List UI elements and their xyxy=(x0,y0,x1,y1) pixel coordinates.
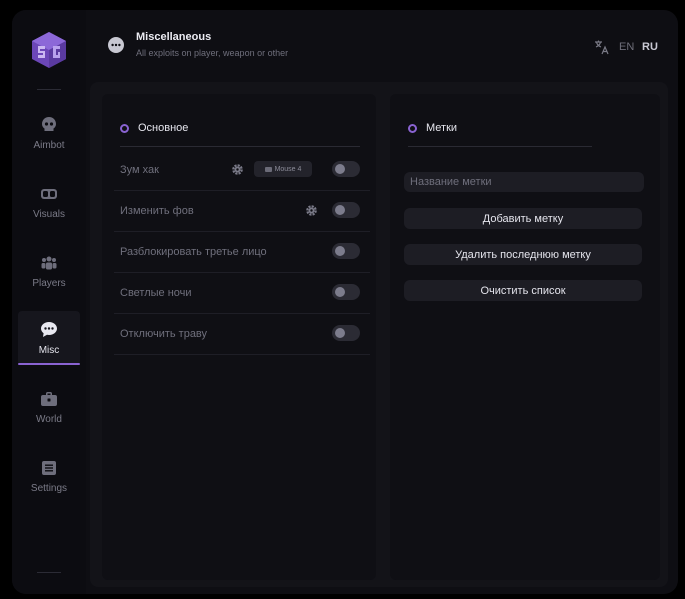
section-divider xyxy=(120,146,360,147)
sidebar-item-world[interactable]: World xyxy=(18,380,80,434)
toggle-knob xyxy=(335,205,345,215)
sidebar-item-label: Aimbot xyxy=(33,139,65,151)
section-header: Метки xyxy=(408,122,457,134)
sidebar-item-label: Players xyxy=(32,277,66,289)
toggle-knob xyxy=(335,164,345,174)
sidebar-item-misc[interactable]: Misc xyxy=(18,311,80,365)
glasses-icon xyxy=(40,185,58,203)
remove-last-marker-button[interactable]: Удалить последнюю метку xyxy=(404,244,642,265)
option-row-disable-grass: Отключить траву xyxy=(114,314,370,355)
option-label: Зум хак xyxy=(120,164,159,176)
option-label: Изменить фов xyxy=(120,205,194,217)
list-icon xyxy=(40,459,58,477)
sidebar-divider xyxy=(37,572,61,573)
sidebar: Aimbot Visuals Players Misc World Settin… xyxy=(12,10,86,594)
option-row-third-person: Разблокировать третье лицо xyxy=(114,232,370,273)
sidebar-item-aimbot[interactable]: Aimbot xyxy=(18,106,80,160)
option-label: Отключить траву xyxy=(120,328,208,340)
add-marker-button[interactable]: Добавить метку xyxy=(404,208,642,229)
toggle-knob xyxy=(335,287,345,297)
section-title: Основное xyxy=(138,122,189,134)
option-row-change-fov: Изменить фов xyxy=(114,191,370,232)
section-title: Метки xyxy=(426,122,458,134)
sidebar-item-settings[interactable]: Settings xyxy=(18,449,80,503)
marker-name-input[interactable] xyxy=(404,172,644,192)
main-content: Основное Зум хак Mouse 4 Изменить фов Ра… xyxy=(90,82,668,587)
clear-list-button[interactable]: Очистить список xyxy=(404,280,642,301)
chat-bubble-icon xyxy=(108,37,124,53)
logo-icon xyxy=(32,32,66,68)
sidebar-item-label: Misc xyxy=(38,344,60,356)
toggle-switch[interactable] xyxy=(332,325,360,341)
section-dot-icon xyxy=(120,123,129,133)
option-row-zoom-hack: Зум хак Mouse 4 xyxy=(114,150,370,191)
markers-panel: Метки Добавить метку Удалить последнюю м… xyxy=(390,94,660,580)
gear-icon[interactable] xyxy=(231,163,244,176)
skull-icon xyxy=(40,116,58,134)
toggle-knob xyxy=(335,328,345,338)
option-label: Разблокировать третье лицо xyxy=(120,246,267,258)
section-dot-icon xyxy=(408,123,417,133)
sidebar-item-label: World xyxy=(36,413,62,425)
toggle-switch[interactable] xyxy=(332,243,360,259)
keybind-label: Mouse 4 xyxy=(274,165,302,173)
sidebar-item-players[interactable]: Players xyxy=(18,244,80,298)
toggle-switch[interactable] xyxy=(332,284,360,300)
language-ru[interactable]: RU xyxy=(642,41,658,53)
header: Miscellaneous All exploits on player, we… xyxy=(86,10,678,82)
sidebar-item-label: Visuals xyxy=(32,208,66,220)
section-divider xyxy=(408,146,592,147)
sidebar-item-label: Settings xyxy=(30,482,68,494)
sidebar-item-visuals[interactable]: Visuals xyxy=(18,175,80,229)
main-settings-panel: Основное Зум хак Mouse 4 Изменить фов Ра… xyxy=(102,94,376,580)
option-label: Светлые ночи xyxy=(120,287,192,299)
app-window: Aimbot Visuals Players Misc World Settin… xyxy=(12,10,678,594)
briefcase-icon xyxy=(40,390,58,408)
option-row-bright-nights: Светлые ночи xyxy=(114,273,370,314)
section-header: Основное xyxy=(120,122,188,134)
toggle-knob xyxy=(335,246,345,256)
page-title: Miscellaneous xyxy=(136,31,212,43)
translate-icon xyxy=(595,40,609,55)
keybind-button[interactable]: Mouse 4 xyxy=(254,161,312,177)
sidebar-divider xyxy=(37,89,61,90)
users-icon xyxy=(40,254,58,272)
language-en[interactable]: EN xyxy=(619,41,634,53)
chat-bubble-icon xyxy=(40,321,58,339)
keyboard-icon xyxy=(264,166,272,172)
gear-icon[interactable] xyxy=(305,204,318,217)
toggle-switch[interactable] xyxy=(332,202,360,218)
page-subtitle: All exploits on player, weapon or other xyxy=(136,48,289,58)
toggle-switch[interactable] xyxy=(332,161,360,177)
